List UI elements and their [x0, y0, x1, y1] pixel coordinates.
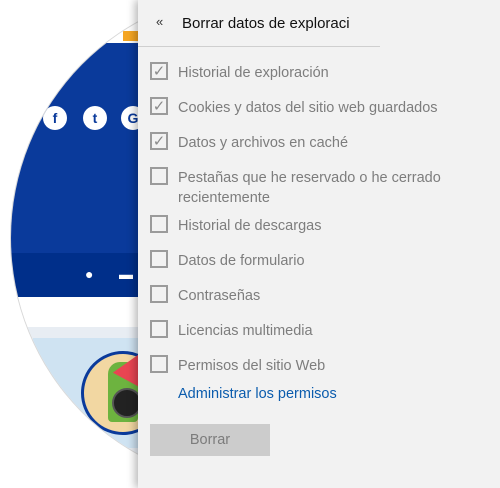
option-label: Permisos del sitio Web: [178, 358, 326, 374]
option-form-data[interactable]: Datos de formulario: [150, 250, 453, 271]
twitter-icon[interactable]: t: [83, 106, 107, 130]
option-label: Historial de exploración: [178, 65, 329, 81]
option-download-history[interactable]: Historial de descargas: [150, 215, 453, 236]
option-passwords[interactable]: Contraseñas: [150, 285, 453, 306]
option-cache[interactable]: ✓ Datos y archivos en caché: [150, 132, 453, 153]
option-reserved-tabs[interactable]: Pestañas que he reservado o he cerrado r…: [150, 167, 453, 208]
chat-icon[interactable]: ●: [85, 266, 93, 282]
checkbox-checked-icon[interactable]: ✓: [150, 132, 168, 150]
facebook-icon[interactable]: f: [43, 106, 67, 130]
checkbox-checked-icon[interactable]: ✓: [150, 97, 168, 115]
back-icon[interactable]: «: [156, 14, 163, 29]
option-label: Historial de descargas: [178, 218, 322, 234]
panel-title: Borrar datos de exploraci: [182, 15, 350, 32]
option-media-licenses[interactable]: Licencias multimedia: [150, 320, 453, 341]
checkbox-icon[interactable]: [150, 167, 168, 185]
checkbox-icon[interactable]: [150, 320, 168, 338]
option-cookies[interactable]: ✓ Cookies y datos del sitio web guardado…: [150, 97, 453, 118]
clear-browsing-data-panel: « Borrar datos de exploraci ✓ Historial …: [138, 0, 500, 488]
manage-permissions-link[interactable]: Administrar los permisos: [178, 386, 337, 402]
option-label: Datos y archivos en caché: [178, 135, 349, 151]
panel-header: « Borrar datos de exploraci: [138, 0, 380, 47]
checkbox-icon[interactable]: [150, 215, 168, 233]
option-site-permissions[interactable]: Permisos del sitio Web: [150, 355, 453, 376]
clear-button[interactable]: Borrar: [150, 424, 270, 456]
option-label: Cookies y datos del sitio web guardados: [178, 100, 438, 116]
checkbox-icon[interactable]: [150, 285, 168, 303]
option-label: Contraseñas: [178, 288, 261, 304]
google-glyph: G: [127, 110, 139, 126]
folder-icon[interactable]: ▬: [119, 266, 133, 282]
option-label: Licencias multimedia: [178, 323, 313, 339]
twitter-glyph: t: [92, 110, 98, 126]
option-browsing-history[interactable]: ✓ Historial de exploración: [150, 62, 453, 83]
option-label: Pestañas que he reservado o he cerrado r…: [178, 170, 441, 206]
checkbox-icon[interactable]: [150, 250, 168, 268]
checkbox-icon[interactable]: [150, 355, 168, 373]
option-label: Datos de formulario: [178, 253, 305, 269]
checkbox-checked-icon[interactable]: ✓: [150, 62, 168, 80]
facebook-glyph: f: [52, 110, 58, 126]
